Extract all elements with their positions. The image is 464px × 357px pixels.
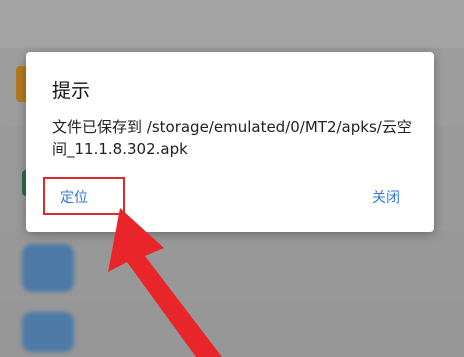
background-header xyxy=(0,0,464,49)
dialog-message: 文件已保存到 /storage/emulated/0/MT2/apks/云空间_… xyxy=(52,118,412,158)
dialog-title: 提示 xyxy=(52,80,91,102)
background-app-icon xyxy=(22,244,74,292)
close-button[interactable]: 关闭 xyxy=(372,187,400,207)
screen: 提示 文件已保存到 /storage/emulated/0/MT2/apks/云… xyxy=(0,0,464,357)
highlight-box xyxy=(43,177,125,215)
background-app-icon xyxy=(22,312,74,352)
